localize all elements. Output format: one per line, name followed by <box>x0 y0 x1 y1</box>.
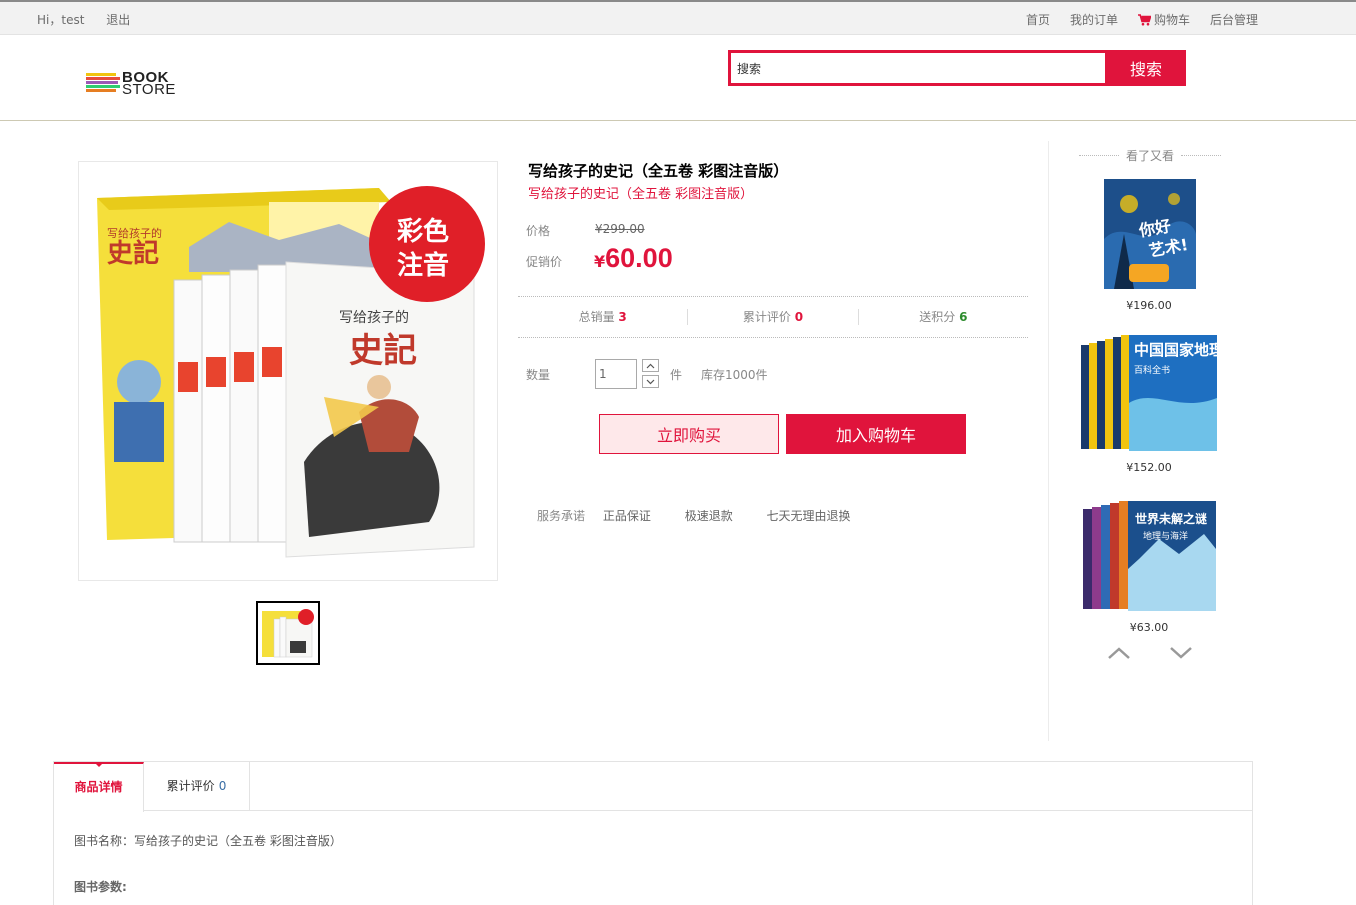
recommendation-cover: 世界未解之谜 地理与海洋 <box>1083 501 1216 611</box>
stat-points-value: 6 <box>959 310 968 324</box>
quantity-decrease-button[interactable] <box>642 375 659 388</box>
product-cover-illustration: 写给孩子的 史記 写给孩子的 史記 彩色 注音 <box>79 162 497 580</box>
original-price: ¥299.00 <box>595 222 645 236</box>
stat-reviews: 累计评价 0 <box>687 309 857 325</box>
cart-icon <box>1137 13 1151 25</box>
service-label: 服务承诺 <box>537 509 586 523</box>
add-to-cart-button[interactable]: 加入购物车 <box>786 414 966 454</box>
svg-text:地理与海洋: 地理与海洋 <box>1143 530 1188 542</box>
search-input[interactable] <box>728 50 1108 86</box>
svg-text:世界未解之谜: 世界未解之谜 <box>1135 511 1208 526</box>
promo-price-value: 60.00 <box>605 243 673 273</box>
cover-badge-line2: 注音 <box>397 250 449 281</box>
recommendation-price: ¥152.00 <box>1126 461 1172 474</box>
tab-reviews-count: 0 <box>218 779 227 793</box>
stat-sales: 总销量 3 <box>518 309 687 325</box>
recommendations-sidebar: 看了又看 你好 艺术! ¥196.00 中国国家地理 百科全书 ¥152.00 … <box>1048 141 1248 741</box>
chevron-down-icon <box>646 379 655 384</box>
recommendations-next-button[interactable] <box>1169 646 1193 663</box>
recommendations-title: 看了又看 <box>1079 147 1221 164</box>
stat-points: 送积分 6 <box>857 309 1028 325</box>
store-logo[interactable]: BOOK STORE <box>86 70 176 99</box>
recommendation-item[interactable]: 你好 艺术! ¥196.00 <box>1079 179 1219 312</box>
buy-now-button[interactable]: 立即购买 <box>599 414 779 454</box>
recommendation-price: ¥63.00 <box>1129 621 1169 634</box>
user-greeting: Hi，test <box>37 13 85 27</box>
cover-title-text: 写给孩子的 <box>339 310 409 326</box>
chevron-up-icon <box>646 363 655 368</box>
tab-product-details[interactable]: 商品详情 <box>54 762 144 812</box>
top-nav: 首页 我的订单 购物车 后台管理 <box>1026 11 1258 28</box>
chevron-down-icon <box>1170 647 1192 659</box>
recommendation-cover: 中国国家地理 百科全书 <box>1081 335 1224 451</box>
nav-orders-link[interactable]: 我的订单 <box>1070 11 1118 28</box>
nav-home-link[interactable]: 首页 <box>1026 11 1050 28</box>
service-fast-refund: 极速退款 <box>684 509 733 523</box>
recommendations-prev-button[interactable] <box>1107 646 1131 663</box>
search-bar: 搜索 <box>728 50 1186 86</box>
quantity-input[interactable] <box>595 359 637 389</box>
tab-reviews[interactable]: 累计评价 0 <box>144 762 250 811</box>
promo-price: ¥60.00 <box>594 243 673 274</box>
stat-sales-value: 3 <box>618 310 627 324</box>
stat-points-label: 送积分 <box>919 310 956 324</box>
active-tab-indicator <box>94 762 104 767</box>
product-stats: 总销量 3 累计评价 0 送积分 6 <box>518 296 1028 338</box>
search-button[interactable]: 搜索 <box>1106 50 1186 86</box>
book-params-label: 图书参数: <box>74 880 127 894</box>
logout-link[interactable]: 退出 <box>106 13 130 27</box>
product-thumbnail[interactable] <box>256 601 320 665</box>
recommendation-price: ¥196.00 <box>1126 299 1172 312</box>
logo-stripes <box>86 73 120 95</box>
tab-product-details-label: 商品详情 <box>74 780 123 794</box>
svg-text:写给孩子的: 写给孩子的 <box>107 226 162 240</box>
detail-tab-bar: 商品详情 累计评价 0 <box>54 762 1252 812</box>
book-name-line: 图书名称：写给孩子的史记（全五卷 彩图注音版） <box>74 834 342 848</box>
product-main-image: 写给孩子的 史記 写给孩子的 史記 彩色 注音 <box>78 161 498 581</box>
service-seven-day-return: 七天无理由退换 <box>766 509 851 523</box>
tab-reviews-label: 累计评价 <box>166 779 215 793</box>
product-title: 写给孩子的史记（全五卷 彩图注音版） <box>528 162 789 180</box>
price-label: 价格 <box>526 224 551 238</box>
recommendation-cover: 你好 艺术! <box>1104 179 1196 289</box>
svg-text:中国国家地理: 中国国家地理 <box>1134 341 1219 359</box>
nav-admin-link[interactable]: 后台管理 <box>1210 11 1258 28</box>
cover-badge-line1: 彩色 <box>396 216 449 247</box>
product-subtitle: 写给孩子的史记（全五卷 彩图注音版） <box>528 187 754 202</box>
product-detail-section: 商品详情 累计评价 0 图书名称：写给孩子的史记（全五卷 彩图注音版） 图书参数: <box>53 761 1253 905</box>
nav-cart-link[interactable]: 购物车 <box>1137 11 1190 28</box>
quantity-unit: 件 <box>670 368 683 382</box>
service-promises: 服务承诺 正品保证 极速退款 七天无理由退换 <box>537 507 881 524</box>
quantity-label: 数量 <box>526 368 551 382</box>
logo-text-store: STORE <box>122 81 176 98</box>
chevron-up-icon <box>1108 647 1130 659</box>
promo-price-label: 促销价 <box>526 255 563 269</box>
top-bar: Hi，test 退出 首页 我的订单 购物车 后台管理 <box>0 0 1356 35</box>
recommendation-item[interactable]: 世界未解之谜 地理与海洋 ¥63.00 <box>1079 499 1219 634</box>
promo-currency: ¥ <box>594 252 606 271</box>
thumbnail-image <box>260 605 316 661</box>
stat-sales-label: 总销量 <box>578 310 615 324</box>
quantity-increase-button[interactable] <box>642 359 659 372</box>
stock-text: 库存1000件 <box>701 368 768 382</box>
stat-reviews-label: 累计评价 <box>742 310 791 324</box>
user-greeting-area: Hi，test 退出 <box>37 11 148 28</box>
header: BOOK STORE 搜索 <box>0 35 1356 121</box>
recommendations-pager <box>1107 646 1197 666</box>
stat-reviews-value: 0 <box>794 310 804 324</box>
svg-text:史記: 史記 <box>107 238 159 269</box>
cover-big-text: 史記 <box>349 331 417 371</box>
service-genuine: 正品保证 <box>602 509 651 523</box>
recommendation-item[interactable]: 中国国家地理 百科全书 ¥152.00 <box>1079 333 1224 474</box>
nav-cart-label: 购物车 <box>1153 13 1190 27</box>
svg-text:百科全书: 百科全书 <box>1134 364 1170 376</box>
